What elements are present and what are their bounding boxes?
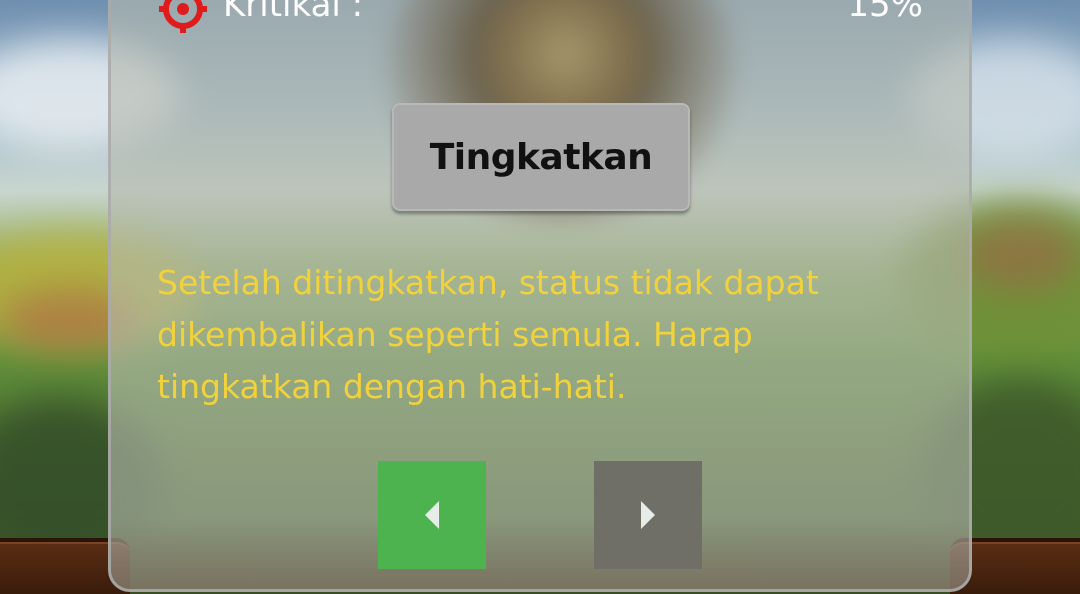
stat-value: 15% bbox=[847, 0, 923, 25]
upgrade-warning-text: Setelah ditingkatkan, status tidak dapat… bbox=[157, 263, 819, 406]
chevron-left-icon bbox=[425, 501, 439, 529]
game-scene: Kritikal : 15% Tingkatkan Setelah diting… bbox=[0, 0, 1080, 594]
crosshair-icon bbox=[159, 0, 207, 33]
upgrade-panel: Kritikal : 15% Tingkatkan Setelah diting… bbox=[108, 0, 972, 592]
previous-button[interactable] bbox=[378, 461, 486, 569]
chevron-right-icon bbox=[641, 501, 655, 529]
stat-label: Kritikal : bbox=[223, 0, 364, 25]
background-flowers bbox=[960, 220, 1080, 290]
stat-row-critical: Kritikal : 15% bbox=[159, 0, 923, 33]
next-button[interactable] bbox=[594, 461, 702, 569]
upgrade-button-label: Tingkatkan bbox=[429, 136, 653, 178]
panel-shade bbox=[111, 519, 969, 589]
upgrade-button[interactable]: Tingkatkan bbox=[392, 103, 690, 211]
